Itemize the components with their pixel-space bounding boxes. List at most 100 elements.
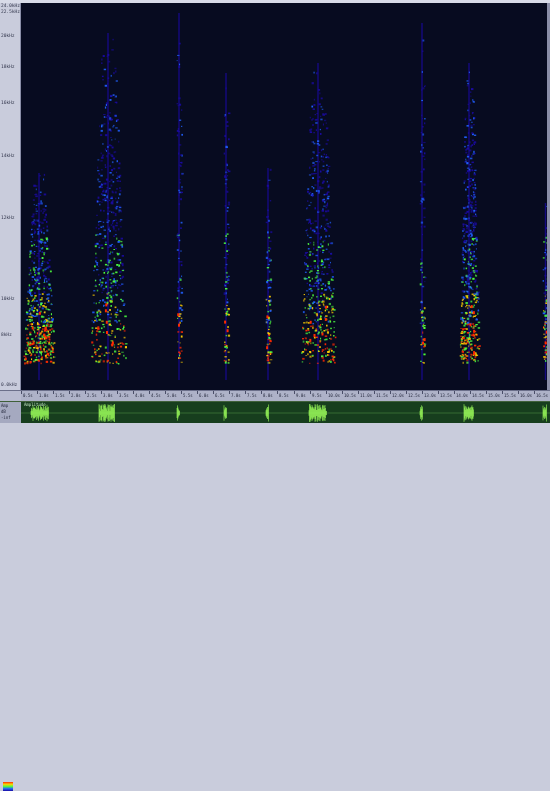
freq-label-10k: 10kHz bbox=[1, 297, 15, 302]
time-tick bbox=[486, 391, 487, 394]
time-label: 10.5s bbox=[344, 393, 356, 398]
time-tick bbox=[310, 391, 311, 394]
time-label: 2.5s bbox=[87, 393, 97, 398]
time-tick bbox=[53, 391, 54, 394]
time-label: 0.5s bbox=[23, 393, 33, 398]
time-tick bbox=[358, 391, 359, 394]
spectrogram-window: 24.0kHz 22.5kHz 20kHz 18kHz 16kHz 14kHz … bbox=[0, 0, 550, 422]
wave-side-label-amp: Amp bbox=[1, 404, 8, 408]
time-tick bbox=[101, 391, 102, 394]
wave-side-label-inf: -inf bbox=[1, 416, 11, 420]
time-label: 14.5s bbox=[472, 393, 484, 398]
sound-event bbox=[301, 63, 336, 380]
freq-label-16k: 16kHz bbox=[1, 101, 15, 106]
wave-side-label-db: dB bbox=[1, 410, 6, 414]
time-tick bbox=[37, 391, 38, 394]
color-scale-icon bbox=[3, 782, 13, 791]
time-tick bbox=[117, 391, 118, 394]
sound-event bbox=[177, 13, 184, 380]
time-tick bbox=[133, 391, 134, 394]
time-label: 12.0s bbox=[392, 393, 404, 398]
time-label: 7.5s bbox=[247, 393, 257, 398]
time-label: 3.5s bbox=[119, 393, 129, 398]
time-label: 6.0s bbox=[199, 393, 209, 398]
time-tick bbox=[454, 391, 455, 394]
time-label: 11.5s bbox=[376, 393, 388, 398]
time-tick bbox=[326, 391, 327, 394]
time-label: 8.0s bbox=[263, 393, 273, 398]
waveform-burst bbox=[31, 405, 49, 421]
time-label: 9.5s bbox=[312, 393, 322, 398]
time-tick bbox=[245, 391, 246, 394]
time-tick bbox=[422, 391, 423, 394]
time-label: 9.0s bbox=[296, 393, 306, 398]
time-tick bbox=[181, 391, 182, 394]
time-tick bbox=[294, 391, 295, 394]
time-label: 13.5s bbox=[440, 393, 452, 398]
freq-label-14k: 14kHz bbox=[1, 154, 15, 159]
time-tick bbox=[502, 391, 503, 394]
waveform-burst bbox=[99, 404, 115, 422]
time-tick bbox=[21, 391, 22, 394]
waveform-burst bbox=[177, 405, 180, 420]
sound-event bbox=[460, 63, 481, 380]
time-label: 14.0s bbox=[456, 393, 468, 398]
frequency-axis: 24.0kHz 22.5kHz 20kHz 18kHz 16kHz 14kHz … bbox=[0, 3, 21, 390]
waveform-burst bbox=[420, 405, 423, 420]
freq-label-20k: 20kHz bbox=[1, 34, 15, 39]
waveform-burst bbox=[266, 405, 269, 422]
time-label: 7.0s bbox=[231, 393, 241, 398]
time-tick bbox=[534, 391, 535, 394]
time-label: 13.0s bbox=[424, 393, 436, 398]
time-tick bbox=[197, 391, 198, 394]
freq-label-18k: 18kHz bbox=[1, 65, 15, 70]
waveform-burst bbox=[309, 404, 327, 422]
time-tick bbox=[149, 391, 150, 394]
time-label: 1.0s bbox=[39, 393, 49, 398]
time-tick bbox=[470, 391, 471, 394]
freq-label-12k: 12kHz bbox=[1, 216, 15, 221]
waveform-canvas[interactable] bbox=[21, 402, 550, 423]
time-tick bbox=[374, 391, 375, 394]
sound-event bbox=[224, 73, 231, 380]
time-tick bbox=[69, 391, 70, 394]
time-label: 12.5s bbox=[408, 393, 420, 398]
time-label: 15.5s bbox=[504, 393, 516, 398]
sound-event bbox=[266, 168, 273, 380]
sound-event bbox=[24, 173, 56, 380]
time-label: 2.0s bbox=[71, 393, 81, 398]
waveform-panel: Amp dB -inf Amplitude bbox=[0, 401, 550, 423]
waveform-view[interactable] bbox=[21, 402, 550, 423]
time-tick bbox=[85, 391, 86, 394]
waveform-burst bbox=[543, 405, 547, 422]
time-label: 11.0s bbox=[360, 393, 372, 398]
time-tick bbox=[213, 391, 214, 394]
waveform-caption: Amplitude bbox=[24, 403, 46, 407]
waveform-burst bbox=[224, 405, 227, 421]
time-tick bbox=[261, 391, 262, 394]
freq-label-0k: 0.0kHz bbox=[1, 383, 17, 388]
time-tick bbox=[518, 391, 519, 394]
time-label: 16.5s bbox=[536, 393, 548, 398]
time-tick bbox=[342, 391, 343, 394]
time-label: 5.5s bbox=[183, 393, 193, 398]
time-label: 4.5s bbox=[151, 393, 161, 398]
time-label: 15.0s bbox=[488, 393, 500, 398]
time-label: 3.0s bbox=[103, 393, 113, 398]
sound-event bbox=[91, 33, 127, 380]
time-label: 6.5s bbox=[215, 393, 225, 398]
time-label: 4.0s bbox=[135, 393, 145, 398]
spectrogram-canvas[interactable] bbox=[21, 3, 547, 390]
freq-label-24k: 24.0kHz bbox=[1, 4, 20, 9]
time-tick bbox=[277, 391, 278, 394]
waveform-side-labels: Amp dB -inf bbox=[0, 402, 21, 423]
freq-label-8k: 8kHz bbox=[1, 333, 12, 338]
time-label: 16.0s bbox=[520, 393, 532, 398]
time-label: 5.0s bbox=[167, 393, 177, 398]
spectrogram-view[interactable] bbox=[21, 3, 547, 390]
freq-label-22k: 22.5kHz bbox=[1, 10, 20, 15]
time-label: 8.5s bbox=[279, 393, 289, 398]
time-tick bbox=[390, 391, 391, 394]
time-label: 10.0s bbox=[328, 393, 340, 398]
time-tick bbox=[438, 391, 439, 394]
